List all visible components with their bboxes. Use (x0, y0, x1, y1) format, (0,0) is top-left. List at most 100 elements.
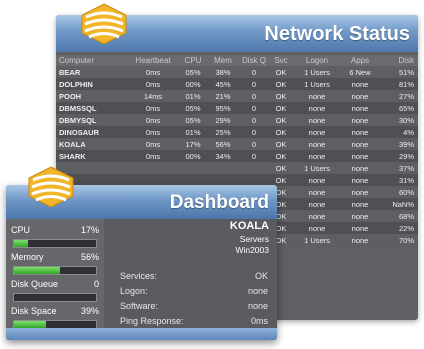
network-logo-icon (81, 3, 127, 45)
cell-heartbeat: 0ms (145, 139, 161, 149)
cell-logon: 1 Users (304, 235, 330, 245)
cell-svc: OK (275, 127, 287, 137)
cell-svc: OK (275, 163, 287, 173)
cell-disk-queue: 0 (251, 79, 257, 89)
cell-logon: none (308, 199, 326, 209)
cell-disk-queue: 0 (251, 139, 257, 149)
info-value: none (247, 286, 268, 296)
cell-apps: none (351, 199, 369, 209)
dashboard-logo-icon (28, 166, 74, 208)
column-header-cpu[interactable]: CPU (178, 55, 208, 66)
cell-mem: 21% (215, 91, 231, 101)
cell-disk: 31% (398, 175, 414, 185)
table-row[interactable]: DOLPHIN 0ms 00% 45% 0 OK 1 Users none 81% (56, 78, 418, 90)
cell-svc: OK (275, 139, 287, 149)
cell-logon: none (308, 127, 326, 137)
cell-apps: none (351, 235, 369, 245)
table-row[interactable]: DBMYSQL 0ms 05% 29% 0 OK none none 30% (56, 114, 418, 126)
cell-heartbeat: 0ms (145, 79, 161, 89)
cell-cpu: 05% (185, 115, 201, 125)
cell-cpu: 17% (185, 139, 201, 149)
table-row[interactable]: DBMSSQL 0ms 05% 95% 0 OK none none 65% (56, 102, 418, 114)
cell-svc: OK (275, 67, 287, 77)
cell-mem: 34% (215, 151, 231, 161)
column-header-svc[interactable]: Svc (270, 55, 292, 66)
dashboard-window: Dashboard CPU 17% Memory 56% Disk Queue … (6, 185, 277, 340)
info-key: Software: (120, 301, 159, 311)
cell-apps: none (351, 211, 369, 221)
cell-apps: none (351, 79, 369, 89)
cell-computer: SHARK (59, 151, 86, 161)
cell-computer: DBMYSQL (59, 115, 97, 125)
metric-value: 17% (80, 225, 99, 235)
cell-apps: none (351, 175, 369, 185)
table-row[interactable]: OK 1 Users none 37% (56, 162, 418, 174)
table-row[interactable]: POOH 14ms 01% 21% 0 OK none none 27% (56, 90, 418, 102)
cell-apps: none (351, 139, 369, 149)
cell-svc: OK (275, 91, 287, 101)
dashboard-footer (6, 328, 277, 340)
cell-mem: 38% (215, 67, 231, 77)
info-key: Logon: (120, 286, 148, 296)
cell-logon: none (308, 223, 326, 233)
column-header-apps[interactable]: Apps (342, 55, 378, 66)
cell-heartbeat: 0ms (145, 67, 161, 77)
cell-logon: 1 Users (304, 67, 330, 77)
cell-disk: 30% (398, 115, 414, 125)
host-role: Servers (239, 234, 269, 244)
host-os: Win2003 (235, 245, 269, 255)
dashboard-title: Dashboard (169, 192, 269, 213)
cell-cpu: 05% (185, 103, 201, 113)
cell-mem: 25% (215, 127, 231, 137)
cell-disk: 70% (398, 235, 414, 245)
cell-disk: 39% (398, 139, 414, 149)
cell-heartbeat: 0ms (145, 127, 161, 137)
table-row[interactable]: DINOSAUR 0ms 01% 25% 0 OK none none 4% (56, 126, 418, 138)
cell-apps: 6 New (349, 67, 371, 77)
column-header-disk-queue[interactable]: Disk Q (238, 55, 270, 66)
cell-logon: none (308, 115, 326, 125)
column-header-disk[interactable]: Disk (378, 55, 418, 66)
cell-apps: none (351, 127, 369, 137)
metric-label: CPU (11, 225, 31, 235)
info-value: OK (254, 271, 268, 281)
disk-queue-progress-bar (13, 293, 97, 302)
cell-disk-queue: 0 (251, 115, 257, 125)
cell-mem: 95% (215, 103, 231, 113)
table-row[interactable]: KOALA 0ms 17% 56% 0 OK none none 39% (56, 138, 418, 150)
cell-computer: KOALA (59, 139, 86, 149)
cell-disk-queue: 0 (251, 91, 257, 101)
info-key: Services: (120, 271, 158, 281)
info-value: none (247, 301, 268, 311)
column-header-computer[interactable]: Computer (56, 55, 128, 66)
column-header-heartbeat[interactable]: Heartbeat (128, 55, 178, 66)
cell-disk: 65% (398, 103, 414, 113)
cell-disk: 4% (403, 127, 414, 137)
cell-logon: none (308, 211, 326, 221)
cell-logon: none (308, 175, 326, 185)
table-row[interactable]: SHARK 0ms 00% 34% 0 OK none none 29% (56, 150, 418, 162)
metric-label: Memory (11, 252, 44, 262)
column-header-mem[interactable]: Mem (208, 55, 238, 66)
cell-apps: none (351, 91, 369, 101)
cell-cpu: 00% (185, 79, 201, 89)
network-status-title: Network Status (264, 23, 410, 45)
cell-svc: OK (275, 115, 287, 125)
memory-progress-fill (14, 267, 60, 274)
cell-computer: DINOSAUR (59, 127, 100, 137)
cell-disk: 29% (398, 151, 414, 161)
column-header-logon[interactable]: Logon (292, 55, 342, 66)
cell-mem: 56% (215, 139, 231, 149)
cell-apps: none (351, 151, 369, 161)
cell-logon: none (308, 91, 326, 101)
cell-logon: 1 Users (304, 79, 330, 89)
cell-apps: none (351, 103, 369, 113)
cell-cpu: 01% (185, 127, 201, 137)
cell-logon: 1 Users (304, 163, 330, 173)
cell-mem (208, 162, 238, 174)
host-name: KOALA (229, 220, 269, 232)
metric-value: 39% (80, 306, 99, 316)
cpu-progress-bar (13, 239, 97, 248)
table-row[interactable]: BEAR 0ms 05% 38% 0 OK 1 Users 6 New 51% (56, 66, 418, 78)
cell-disk-queue: 0 (251, 151, 257, 161)
